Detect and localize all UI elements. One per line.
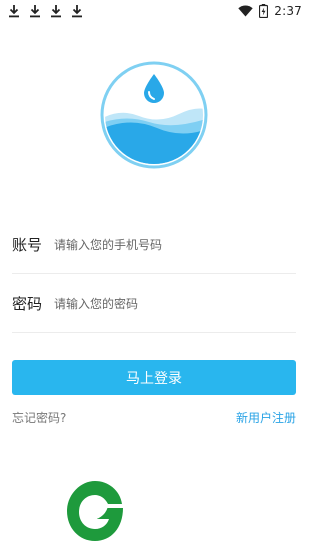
login-screen: 2:37 账号 密码 马上登录 忘记密码? 新用户注册: [0, 0, 308, 550]
green-leaf-g-logo-icon: [67, 481, 123, 541]
status-bar: 2:37: [0, 0, 308, 22]
password-row: 密码: [12, 275, 296, 333]
phone-number-input[interactable]: [52, 237, 296, 252]
battery-charging-icon: [259, 4, 269, 18]
system-icons: 2:37: [238, 0, 302, 22]
download-icon: [72, 5, 82, 18]
download-icon: [9, 5, 19, 18]
password-label: 密码: [12, 295, 43, 313]
login-button[interactable]: 马上登录: [12, 360, 296, 395]
water-drop-wave-icon: [100, 61, 208, 169]
password-input[interactable]: [52, 296, 296, 311]
account-row: 账号: [12, 216, 296, 274]
download-icon: [30, 5, 40, 18]
download-icon: [51, 5, 61, 18]
status-time: 2:37: [274, 4, 302, 18]
account-label: 账号: [12, 236, 43, 254]
notification-icons: [8, 0, 83, 22]
register-link[interactable]: 新用户注册: [236, 409, 296, 426]
wifi-icon: [238, 5, 253, 17]
forgot-password-link[interactable]: 忘记密码?: [12, 409, 66, 426]
